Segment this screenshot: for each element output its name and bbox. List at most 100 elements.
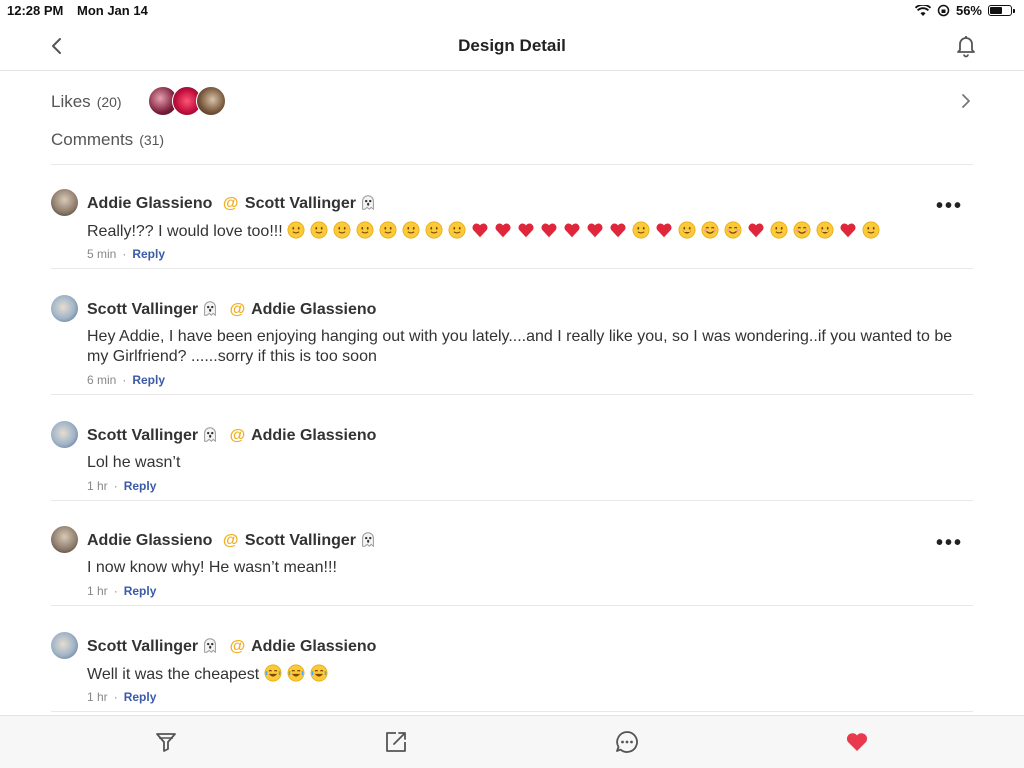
- avatar[interactable]: [51, 526, 78, 553]
- comment-time: 1 hr: [87, 584, 108, 598]
- comment-text-content: Well it was the cheapest: [87, 666, 260, 683]
- divider: [51, 500, 973, 501]
- divider: [51, 711, 973, 712]
- more-options-button[interactable]: •••: [936, 532, 963, 555]
- battery-icon: [988, 5, 1015, 16]
- comment-icon[interactable]: [614, 729, 640, 755]
- comment-time: 5 min: [87, 247, 117, 261]
- ghost-emoji-icon: [201, 636, 219, 654]
- comment-text: Really!?? I would love too!!!: [87, 221, 963, 242]
- bottom-tab-bar: [0, 715, 1024, 768]
- smile-emoji-icon: [770, 221, 788, 239]
- comment-item: Scott Vallinger @ Addie Glassieno Hey Ad…: [51, 295, 973, 393]
- status-bar: 12:28 PM Mon Jan 14 56%: [0, 0, 1024, 22]
- comment-author[interactable]: Scott Vallinger: [87, 301, 198, 318]
- divider: [51, 394, 973, 395]
- filter-icon[interactable]: [153, 729, 179, 755]
- heart-emoji-icon: [839, 221, 857, 239]
- comment-author[interactable]: Scott Vallinger: [87, 427, 198, 444]
- comment-meta: 1 hr · Reply: [87, 690, 157, 704]
- comment-item: Scott Vallinger @ Addie Glassieno Lol he…: [51, 421, 973, 499]
- heart-icon[interactable]: [844, 729, 870, 755]
- joy-emoji-icon: [287, 664, 305, 682]
- comment-meta: 6 min · Reply: [87, 373, 166, 387]
- chevron-right-icon[interactable]: [959, 92, 973, 110]
- smile-emoji-icon: [632, 221, 650, 239]
- avatar[interactable]: [51, 421, 78, 448]
- mention-name[interactable]: Addie Glassieno: [251, 301, 376, 318]
- joy-emoji-icon: [264, 664, 282, 682]
- divider: [51, 605, 973, 606]
- avatar[interactable]: [51, 632, 78, 659]
- smile-emoji-icon: [287, 221, 305, 239]
- comment-meta: 5 min · Reply: [87, 247, 166, 261]
- ghost-emoji-icon: [201, 425, 219, 443]
- mention-at: @: [229, 301, 246, 318]
- avatar[interactable]: [51, 189, 78, 216]
- comment-author[interactable]: Addie Glassieno: [87, 532, 212, 549]
- rotation-lock-icon: [937, 4, 950, 17]
- joy-emoji-icon: [310, 664, 328, 682]
- comments-count: (31): [139, 132, 165, 148]
- comment-header: Scott Vallinger @ Addie Glassieno: [87, 425, 376, 445]
- divider: [51, 268, 973, 269]
- heart-emoji-icon: [471, 221, 489, 239]
- comment-text: I now know why! He wasn’t mean!!!: [87, 559, 337, 576]
- mention-name[interactable]: Scott Vallinger: [245, 195, 356, 212]
- comment-header: Scott Vallinger @ Addie Glassieno: [87, 299, 376, 319]
- comment-header: Addie Glassieno @ Scott Vallinger: [87, 193, 377, 213]
- navigation-bar: Design Detail: [0, 22, 1024, 71]
- smile-emoji-icon: [310, 221, 328, 239]
- reply-link[interactable]: Reply: [124, 690, 157, 704]
- blush-emoji-icon: [701, 221, 719, 239]
- mention-at: @: [222, 195, 239, 212]
- ghost-emoji-icon: [359, 530, 377, 548]
- bell-icon[interactable]: [954, 33, 978, 59]
- smile-emoji-icon: [402, 221, 420, 239]
- blush-emoji-icon: [724, 221, 742, 239]
- mention-name[interactable]: Addie Glassieno: [251, 638, 376, 655]
- grin-emoji-icon: [678, 221, 696, 239]
- reply-link[interactable]: Reply: [132, 373, 165, 387]
- comment-text: Well it was the cheapest: [87, 664, 963, 685]
- comment-author[interactable]: Addie Glassieno: [87, 195, 212, 212]
- ghost-emoji-icon: [201, 299, 219, 317]
- likes-row[interactable]: Likes (20): [51, 84, 973, 120]
- reply-link[interactable]: Reply: [124, 479, 157, 493]
- reply-link[interactable]: Reply: [132, 247, 165, 261]
- more-options-button[interactable]: •••: [936, 195, 963, 218]
- emoji-list: [287, 221, 885, 240]
- comment-item: Scott Vallinger @ Addie Glassieno Well i…: [51, 632, 973, 710]
- wifi-icon: [914, 4, 931, 16]
- heart-emoji-icon: [609, 221, 627, 239]
- status-time: 12:28 PM: [7, 3, 64, 18]
- likes-label: Likes: [51, 92, 91, 111]
- avatar[interactable]: [51, 295, 78, 322]
- comment-item: Addie Glassieno @ Scott Vallinger ••• I …: [51, 526, 973, 604]
- comment-meta: 1 hr · Reply: [87, 479, 157, 493]
- share-icon[interactable]: [383, 729, 409, 755]
- avatar: [196, 86, 226, 116]
- comment-text: Lol he wasn’t: [87, 454, 181, 471]
- mention-name[interactable]: Addie Glassieno: [251, 427, 376, 444]
- comment-text-content: Really!?? I would love too!!!: [87, 223, 283, 240]
- comment-text: Hey Addie, I have been enjoying hanging …: [87, 328, 953, 365]
- ghost-emoji-icon: [359, 193, 377, 211]
- smile-emoji-icon: [379, 221, 397, 239]
- comment-header: Addie Glassieno @ Scott Vallinger: [87, 530, 377, 550]
- mention-at: @: [229, 638, 246, 655]
- smile-emoji-icon: [425, 221, 443, 239]
- heart-emoji-icon: [494, 221, 512, 239]
- emoji-list: [264, 664, 333, 683]
- comments-heading: Comments (31): [51, 130, 164, 150]
- comment-item: Addie Glassieno @ Scott Vallinger ••• Re…: [51, 189, 973, 267]
- comment-author[interactable]: Scott Vallinger: [87, 638, 198, 655]
- comment-meta: 1 hr · Reply: [87, 584, 157, 598]
- heart-emoji-icon: [655, 221, 673, 239]
- comment-time: 6 min: [87, 373, 117, 387]
- page-title: Design Detail: [458, 36, 566, 55]
- heart-emoji-icon: [540, 221, 558, 239]
- reply-link[interactable]: Reply: [124, 584, 157, 598]
- mention-name[interactable]: Scott Vallinger: [245, 532, 356, 549]
- comment-header: Scott Vallinger @ Addie Glassieno: [87, 636, 376, 656]
